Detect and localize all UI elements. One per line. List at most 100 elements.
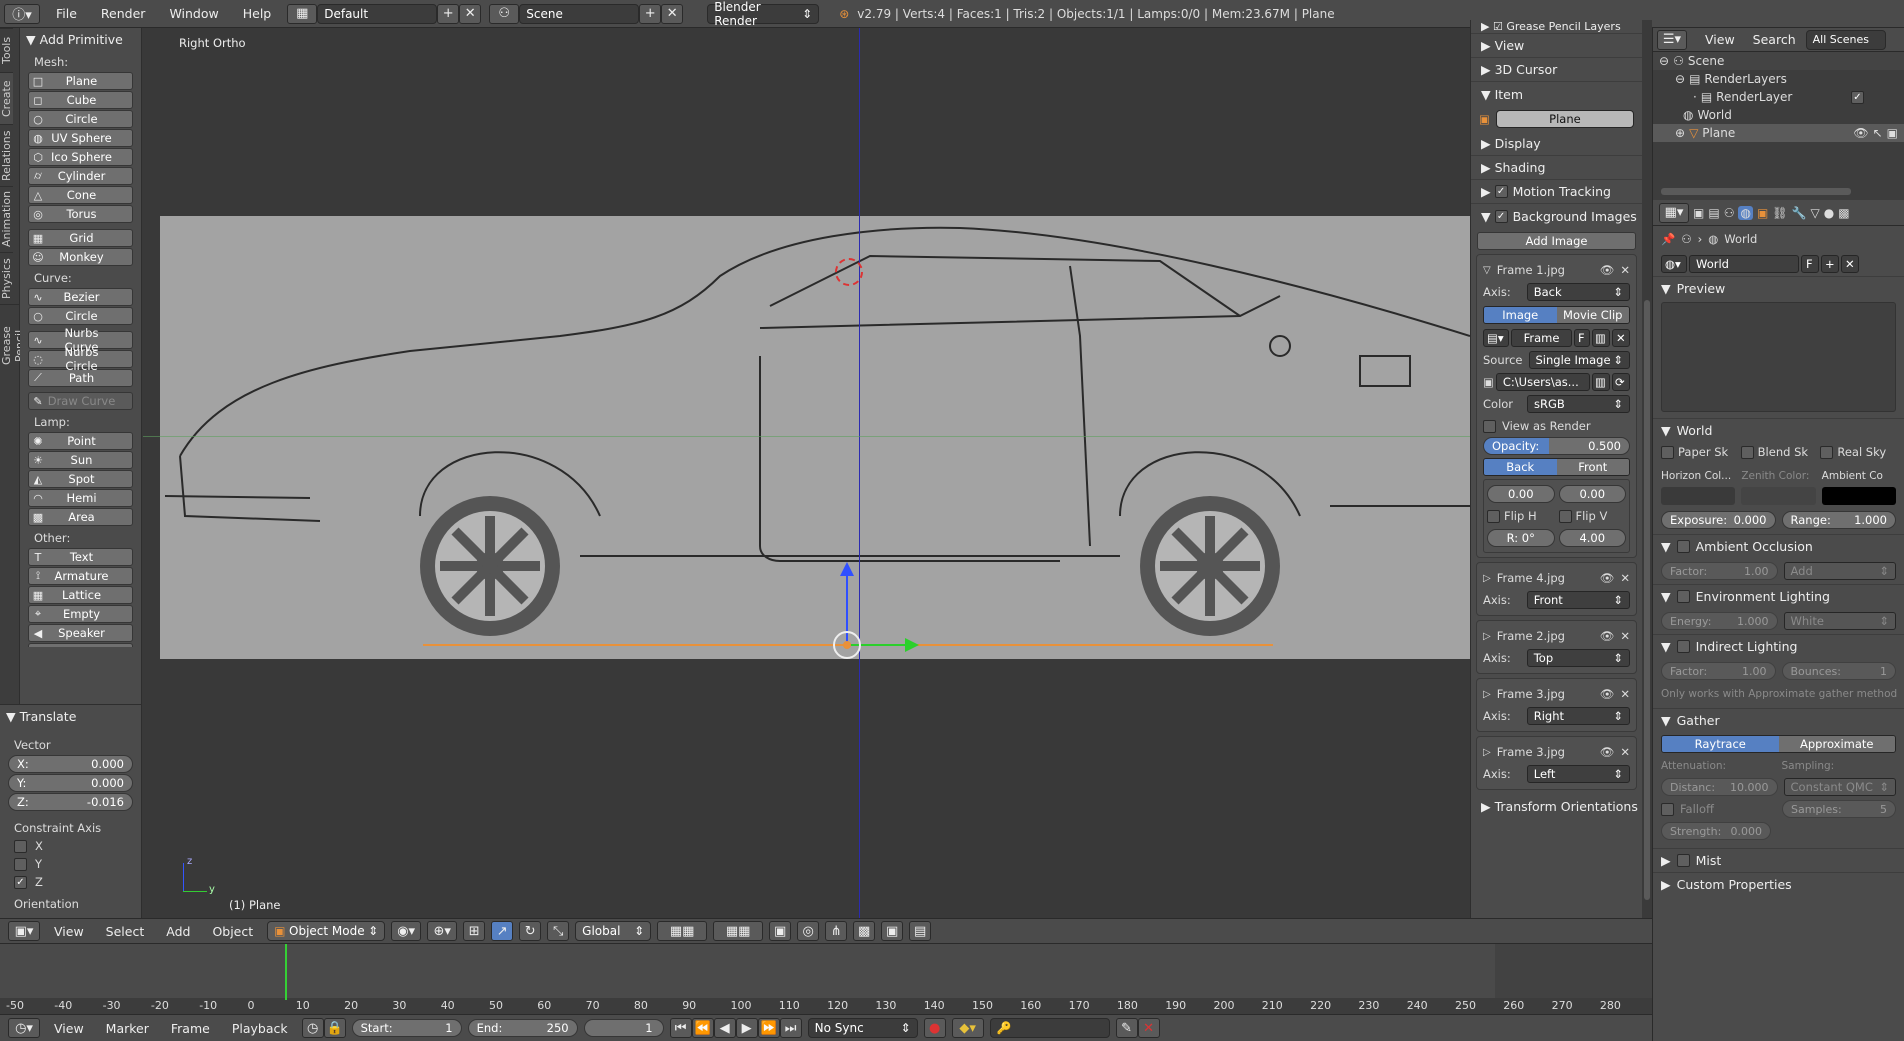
image-path-field[interactable]: C:\Users\as... [1495,373,1590,391]
raytrace-button[interactable]: Raytrace [1662,736,1779,752]
insert-keyframe-icon[interactable]: ✎ [1115,1018,1138,1038]
orientation-select[interactable]: Global ⇕ [575,921,652,941]
frame-axis-select[interactable]: Left ⇕ [1526,765,1630,783]
mesh-ico-sphere-button[interactable]: ⬡ Ico Sphere [28,148,133,166]
layout-icon[interactable]: ▦ [287,3,318,24]
mist-section[interactable]: ▶ Mist [1653,848,1904,872]
opengl-anim-icon[interactable]: ▤ [909,921,932,941]
tab-physics[interactable]: Physics [0,252,13,304]
exposure-field[interactable]: Exposure: 0.000 [1661,511,1776,529]
curve-path-button[interactable]: ⟋ Path [28,369,133,387]
remove-scene-icon[interactable]: ✕ [661,3,684,24]
other-text-button[interactable]: T Text [28,548,133,566]
constraint-y[interactable]: Y [0,855,141,873]
add-image-button[interactable]: Add Image [1477,232,1636,250]
close-icon[interactable]: ✕ [1620,687,1630,701]
real-sky-checkbox[interactable] [1820,445,1834,459]
world-fake-user[interactable]: F [1801,255,1819,273]
mesh-uv-sphere-button[interactable]: ◍ UV Sphere [28,129,133,147]
world-add-icon[interactable]: + [1821,255,1839,273]
rotation-field[interactable]: R: 0° [1487,529,1555,547]
flip-v-checkbox[interactable] [1558,509,1572,523]
back-button[interactable]: Back [1484,459,1557,475]
translate-manip-icon[interactable]: ↗ [491,921,514,941]
other-speaker-button[interactable]: ◀ Speaker [28,624,133,642]
frame-axis-select[interactable]: Top ⇕ [1526,649,1630,667]
range-field[interactable]: Range: 1.000 [1781,511,1896,529]
constraint-y-checkbox[interactable] [14,857,27,871]
ao-blend-select[interactable]: Add ⇕ [1783,562,1896,580]
render-tab-icon[interactable]: ▣ [1693,206,1704,220]
object-tab-icon[interactable]: ▣ [1757,206,1768,220]
source-select[interactable]: Single Image ⇕ [1528,351,1630,369]
scene-field[interactable]: Scene [519,3,640,24]
mesh-torus-button[interactable]: ◎ Torus [28,205,133,223]
zenith-color-swatch[interactable] [1741,487,1816,505]
play-reverse-icon[interactable]: ◀ [713,1018,736,1038]
menu-window[interactable]: Window [161,6,226,21]
opacity-slider[interactable]: Opacity: 0.500 [1483,437,1630,455]
scene-tab-icon[interactable]: ⚇ [1724,206,1735,220]
other-armature-button[interactable]: ⟟ Armature [28,567,133,585]
menu-file[interactable]: File [48,6,85,21]
lock-range-icon[interactable]: 🔒 [323,1018,346,1038]
world-browse-icon[interactable]: ◍▾ [1661,255,1687,273]
frame-axis-select[interactable]: Right ⇕ [1526,707,1630,725]
remove-layout-icon[interactable]: ✕ [459,3,482,24]
indirect-lighting-section[interactable]: ▼ Indirect Lighting [1653,634,1904,658]
outliner-item-plane[interactable]: ⊕ ▽ Plane 👁 ↖ ▣ [1653,124,1904,142]
other-empty-button[interactable]: ⌖ Empty [28,605,133,623]
close-icon[interactable]: ✕ [1620,263,1630,277]
delete-keyframe-icon[interactable]: ✕ [1137,1018,1160,1038]
tl-menu-playback[interactable]: Playback [224,1021,296,1036]
tab-animation[interactable]: Animation [0,186,13,252]
gather-section[interactable]: ▼ Gather [1653,708,1904,732]
outliner-menu-view[interactable]: View [1697,32,1743,47]
outliner-item-renderlayers[interactable]: ⊖ ▤ RenderLayers [1653,70,1904,88]
world-section[interactable]: ▼ World [1653,418,1904,442]
outliner-item-renderlayer[interactable]: · ▤ RenderLayer ✓ [1653,88,1904,106]
shading-section[interactable]: ▶ Shading [1471,156,1642,180]
mesh-monkey-button[interactable]: ☺ Monkey [28,248,133,266]
shading-select-icon[interactable]: ◉▾ [391,921,422,941]
current-frame-line[interactable] [285,944,287,1000]
environment-lighting-section[interactable]: ▼ Environment Lighting [1653,584,1904,608]
timeline[interactable]: -50 -40 -30 -20 -10 0 10 20 30 40 50 60 70 80 90 100 110… [0,944,1652,1014]
vp-menu-add[interactable]: Add [158,924,198,939]
select-arrow-icon[interactable]: ↖ [1873,126,1883,140]
offset-x-field[interactable]: 0.00 [1487,485,1555,503]
add-layout-icon[interactable]: + [437,3,460,24]
tab-tools[interactable]: Tools [0,28,13,72]
vp-menu-select[interactable]: Select [98,924,153,939]
horizon-color-swatch[interactable] [1661,487,1736,505]
indirect-checkbox[interactable] [1676,640,1690,653]
curve-circle-button[interactable]: ○ Circle [28,307,133,325]
render-camera-icon[interactable]: ▣ [1887,126,1898,140]
jump-keyframe-back-icon[interactable]: ⏪ [691,1018,714,1038]
manipulator-y-arrow-icon[interactable] [905,638,919,652]
props-editor-icon[interactable]: ▦▾ [1659,202,1689,223]
size-field[interactable]: 4.00 [1558,529,1626,547]
tab-relations[interactable]: Relations [0,124,13,186]
eye-icon[interactable]: 👁 [1600,263,1615,277]
flip-h-checkbox[interactable] [1487,509,1500,523]
constraint-z-checkbox[interactable]: ✓ [14,875,27,889]
world-unlink-icon[interactable]: ✕ [1841,255,1859,273]
translate-y-field[interactable]: Y: 0.000 [8,774,133,792]
info-editor-icon[interactable]: ⓘ▾ [4,3,40,24]
translate-x-field[interactable]: X: 0.000 [8,755,133,773]
lamp-hemi-button[interactable]: ◠ Hemi [28,489,133,507]
3d-cursor-icon[interactable] [835,258,863,286]
renderlayer-checkbox[interactable]: ✓ [1851,90,1864,104]
motion-tracking-checkbox[interactable]: ✓ [1494,185,1508,198]
indirect-bounces-field[interactable]: Bounces: 1 [1781,662,1896,680]
timeline-editor-icon[interactable]: ◷▾ [8,1018,40,1038]
outliner-editor-icon[interactable]: ☰▾ [1657,29,1687,50]
jump-keyframe-forward-icon[interactable]: ⏩ [757,1018,780,1038]
visibility-eye-icon[interactable]: 👁 [1853,126,1868,140]
background-images-checkbox[interactable]: ✓ [1494,209,1508,223]
pivot-select-icon[interactable]: ⊕▾ [427,921,458,941]
frame-header[interactable]: ▷ Frame 3.jpg 👁 ✕ [1483,741,1630,763]
sync-select[interactable]: No Sync ⇕ [807,1018,918,1038]
eye-icon[interactable]: 👁 [1600,571,1615,585]
